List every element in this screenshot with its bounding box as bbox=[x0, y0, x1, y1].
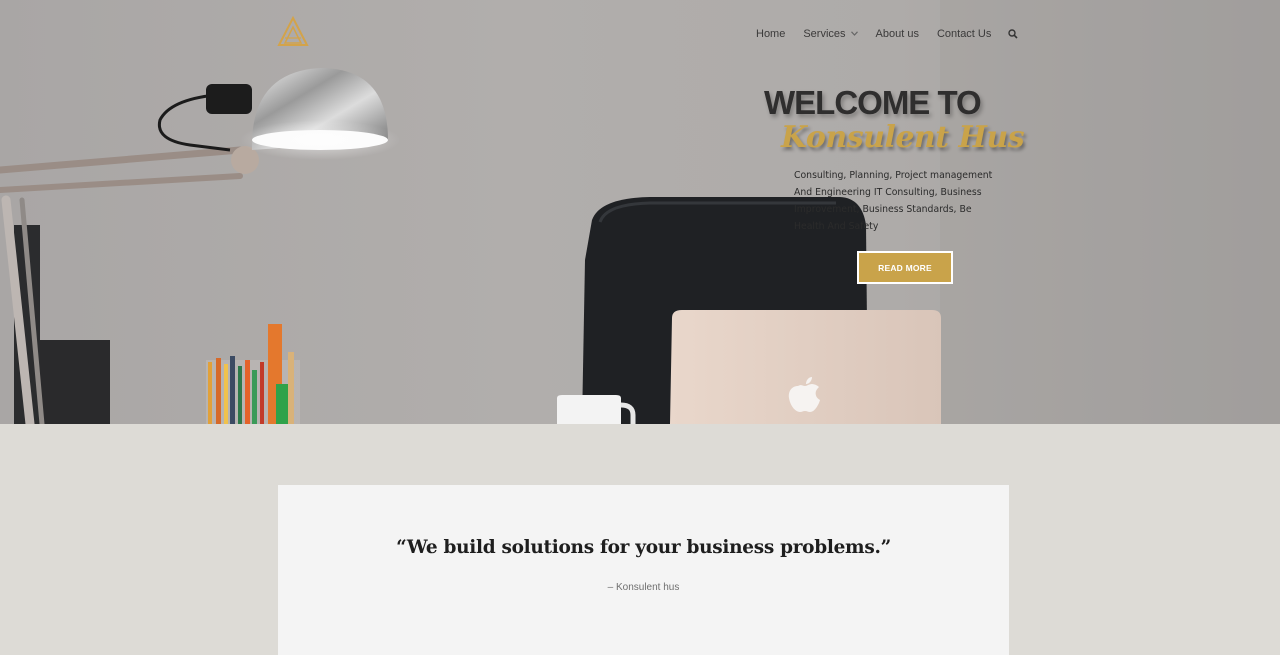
nav-item-label: About us bbox=[875, 28, 919, 40]
read-more-button[interactable]: READ MORE bbox=[857, 251, 953, 284]
hero-description: Consulting, Planning, Project management… bbox=[794, 170, 993, 232]
nav-item-about-us[interactable]: About us bbox=[876, 26, 919, 42]
logo-icon[interactable] bbox=[276, 16, 310, 48]
nav-item-services[interactable]: Services bbox=[803, 26, 858, 42]
search-icon[interactable] bbox=[1007, 26, 1019, 42]
nav-item-contact-us[interactable]: Contact Us bbox=[937, 26, 991, 42]
chevron-down-icon bbox=[850, 26, 858, 42]
testimonial-author: – Konsulent hus bbox=[607, 582, 680, 593]
hero-background-image bbox=[0, 0, 1280, 424]
hero-brand-name: Konsulent Hus bbox=[781, 120, 1025, 155]
nav-item-label: Home bbox=[756, 28, 786, 40]
nav-item-home[interactable]: Home bbox=[756, 26, 785, 42]
nav-item-label: Services bbox=[803, 28, 846, 40]
hero-banner: Home Services About us Contact Us WELCOM… bbox=[0, 0, 1280, 424]
hero-title: WELCOME TO bbox=[764, 84, 982, 121]
nav-item-label: Contact Us bbox=[936, 28, 992, 40]
testimonial-quote: “We build solutions for your business pr… bbox=[396, 537, 891, 558]
testimonial-card: “We build solutions for your business pr… bbox=[278, 485, 1009, 655]
main-navigation: Home Services About us Contact Us bbox=[756, 26, 1019, 42]
